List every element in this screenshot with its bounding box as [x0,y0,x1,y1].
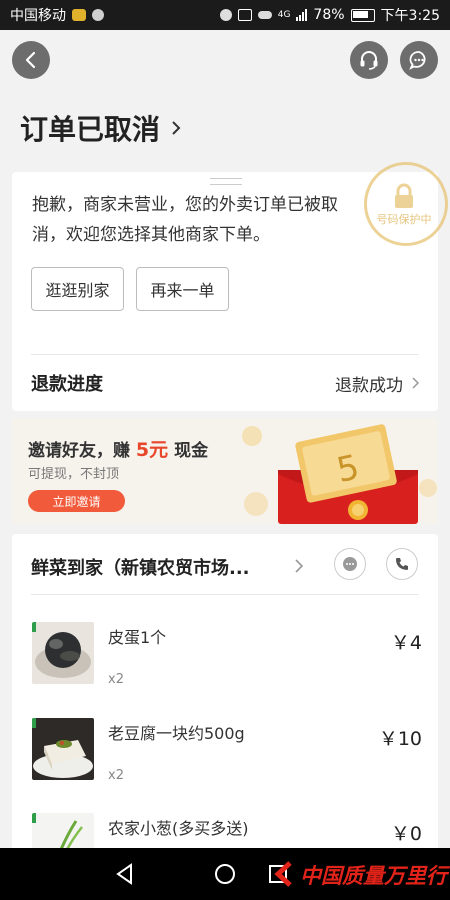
notification-app-icon [72,9,86,21]
order-item[interactable]: 农家小葱(多买多送) ￥0 [32,813,422,848]
battery-percent: 78% [313,7,345,23]
chevron-right-icon[interactable] [294,559,304,573]
item-image-tofu [32,718,94,780]
item-name: 农家小葱(多买多送) [108,819,249,838]
cancel-notice-card: 抱歉，商家未营业，您的外卖订单已被取消，欢迎您选择其他商家下单。 号码保护中 逛… [12,162,448,411]
item-quantity: x2 [108,672,124,687]
back-button[interactable] [12,41,50,79]
lock-icon [395,183,413,208]
eye-icon [257,11,272,19]
divider [31,594,419,595]
alarm-icon [219,9,232,21]
item-name: 皮蛋1个 [108,628,167,647]
promo-title-suffix: 现金 [174,441,209,461]
item-price: ￥0 [390,823,422,845]
carrier-label: 中国移动 [10,8,66,24]
order-status-title[interactable]: 订单已取消 [20,108,182,148]
headset-icon [360,51,378,70]
cancel-notice-text: 抱歉，商家未营业，您的外卖订单已被取消，欢迎您选择其他商家下单。 [32,195,338,245]
order-items-card: 鲜菜到家（新镇农贸市场... [12,534,438,854]
invite-now-button[interactable]: 立即邀请 [28,490,125,512]
chevron-right-icon [172,121,181,135]
chevron-right-icon [412,377,419,389]
refund-status: 退款成功 [335,375,403,396]
chat-bubble-icon [409,51,426,70]
item-image-preserved-egg [32,622,94,684]
chat-bubble-icon [343,557,357,571]
message-button[interactable] [400,41,438,79]
back-triangle-icon[interactable] [115,863,135,885]
stamp-text: 号码保护中 [376,213,432,226]
promo-title-prefix: 邀请好友，赚 [28,441,130,461]
reorder-button[interactable]: 再来一单 [136,267,229,311]
battery-icon [350,8,375,22]
browse-other-stores-button[interactable]: 逛逛别家 [31,267,124,311]
watermark-text: 中国质量万里行 [300,863,447,888]
status-bar: 中国移动 4G 78% 下午3:25 [0,0,450,30]
chevron-left-icon [25,51,36,69]
item-price: ￥4 [390,632,422,654]
watermark-logo-icon [274,861,292,887]
refund-label: 退款进度 [31,374,103,395]
call-store-button[interactable] [386,548,418,580]
store-name[interactable]: 鲜菜到家（新镇农贸市场... [31,554,291,580]
promo-title: 邀请好友，赚 5元 现金 [28,435,208,462]
store-chat-button[interactable] [334,548,366,580]
customer-service-button[interactable] [350,41,388,79]
invite-friends-banner[interactable]: 邀请好友，赚 5元 现金 可提现，不封顶 立即邀请 5 [12,418,438,524]
red-envelope-icon: 5 [242,424,437,524]
clock: 下午3:25 [380,8,440,24]
phone-icon [396,558,408,570]
item-quantity: x2 [108,768,124,783]
item-name: 老豆腐一块约500g [108,724,245,743]
refund-progress-row[interactable]: 退款进度 退款成功 [31,355,419,411]
order-item[interactable]: 老豆腐一块约500g x2 ￥10 [32,718,422,788]
promo-amount: 5元 [135,439,169,461]
chat-notification-icon [92,9,104,21]
item-price: ￥10 [378,728,422,750]
hd-icon [237,9,252,21]
privacy-stamp: 号码保护中 [364,162,448,246]
page-title: 订单已取消 [20,113,161,146]
promo-subtitle: 可提现，不封顶 [28,467,120,482]
network-type: 4G [277,10,291,20]
signal-icon [296,9,308,21]
drag-handle [210,178,242,185]
item-image-scallion [32,813,94,848]
system-navigation-bar: 中国质量万里行 [0,848,450,900]
home-circle-icon[interactable] [214,863,236,885]
order-item[interactable]: 皮蛋1个 x2 ￥4 [32,622,422,692]
